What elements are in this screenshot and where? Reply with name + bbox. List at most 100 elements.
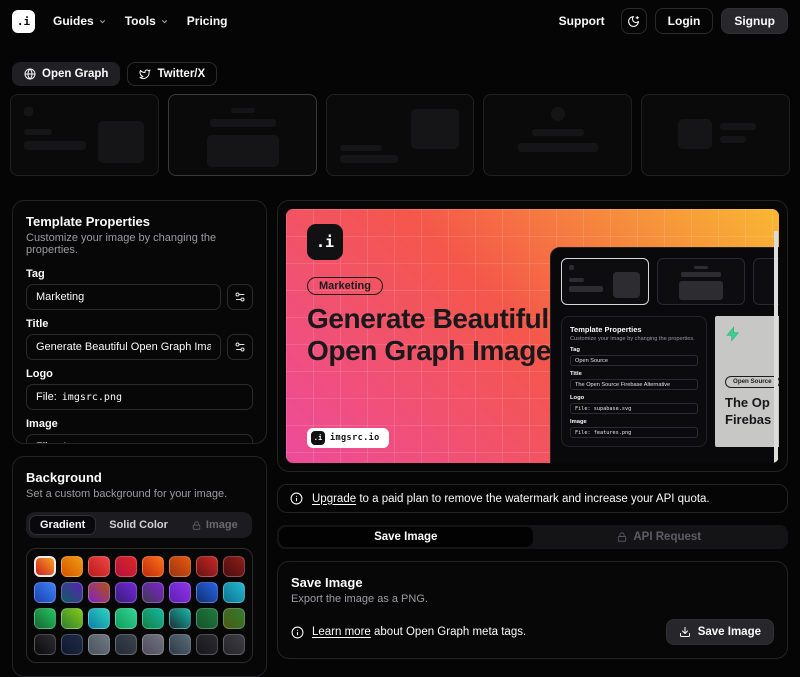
gradient-swatch-grid xyxy=(34,556,245,655)
gradient-swatch-19[interactable] xyxy=(88,608,110,629)
tab-api-request[interactable]: API Request xyxy=(533,527,787,547)
template-thumbnail-2[interactable] xyxy=(168,94,317,176)
save-image-card: Save Image Export the image as a PNG. Le… xyxy=(277,561,788,659)
gradient-swatch-20[interactable] xyxy=(115,608,137,629)
title-options-button[interactable] xyxy=(227,334,253,360)
template-thumbnail-4[interactable] xyxy=(483,94,632,176)
gradient-swatch-1[interactable] xyxy=(34,556,56,577)
output-tabs: Save Image API Request xyxy=(277,525,788,549)
gradient-swatch-21[interactable] xyxy=(142,608,164,629)
gradient-swatch-container xyxy=(26,548,253,663)
moon-icon xyxy=(627,15,640,28)
background-type-tabs: Gradient Solid Color Image xyxy=(26,512,252,538)
gradient-swatch-3[interactable] xyxy=(88,556,110,577)
learn-more-link[interactable]: Learn more xyxy=(312,626,371,638)
screenshot-edge-strip xyxy=(774,231,778,463)
nested-og-card: Open Source The Op Firebas xyxy=(715,316,779,447)
gradient-swatch-14[interactable] xyxy=(169,582,191,603)
gradient-swatch-15[interactable] xyxy=(196,582,218,603)
gradient-swatch-17[interactable] xyxy=(34,608,56,629)
nested-card-heading-line1: The Op xyxy=(725,395,779,412)
template-thumbnail-1[interactable] xyxy=(10,94,159,176)
gradient-swatch-9[interactable] xyxy=(34,582,56,603)
tag-options-button[interactable] xyxy=(227,284,253,310)
og-image-preview: .i Marketing Generate Beautiful Open Gra… xyxy=(286,209,779,463)
file-name: imgsrc.png xyxy=(62,392,122,403)
gradient-swatch-16[interactable] xyxy=(223,582,245,603)
info-icon xyxy=(290,492,303,505)
template-thumbnail-3[interactable] xyxy=(326,94,475,176)
nav-label: Tools xyxy=(125,14,156,28)
gradient-swatch-18[interactable] xyxy=(61,608,83,629)
thumbnail-shape xyxy=(569,286,603,292)
thumbnail-shape xyxy=(569,265,574,270)
panel-title: Template Properties xyxy=(26,214,253,229)
gradient-swatch-29[interactable] xyxy=(142,634,164,655)
gradient-swatch-5[interactable] xyxy=(142,556,164,577)
image-file-input[interactable]: File: imgsrc.png xyxy=(26,434,253,444)
nested-card-heading-line2: Firebas xyxy=(725,412,779,429)
thumbnail-shape xyxy=(551,107,565,121)
globe-icon xyxy=(24,68,36,80)
gradient-swatch-28[interactable] xyxy=(115,634,137,655)
nav-item-support[interactable]: Support xyxy=(559,14,605,28)
open-graph-label: Open Graph xyxy=(42,68,108,80)
panel-description: Set a custom background for your image. xyxy=(26,488,253,500)
gradient-swatch-6[interactable] xyxy=(169,556,191,577)
gradient-swatch-10[interactable] xyxy=(61,582,83,603)
tab-save-image[interactable]: Save Image xyxy=(279,527,533,547)
app: .i Guides Tools Pricing Support Log xyxy=(0,0,800,677)
template-thumbnails xyxy=(0,86,800,176)
gradient-swatch-25[interactable] xyxy=(34,634,56,655)
nested-panel-title: Template Properties xyxy=(570,325,698,334)
gradient-swatch-27[interactable] xyxy=(88,634,110,655)
title-input[interactable] xyxy=(26,334,221,360)
gradient-swatch-7[interactable] xyxy=(196,556,218,577)
logo-file-input[interactable]: File: imgsrc.png xyxy=(26,384,253,410)
og-heading-line2: Open Graph Images xyxy=(307,335,566,367)
gradient-swatch-23[interactable] xyxy=(196,608,218,629)
tab-solid-color[interactable]: Solid Color xyxy=(98,515,179,535)
twitter-bird-icon xyxy=(139,68,151,80)
header: .i Guides Tools Pricing Support Log xyxy=(0,0,800,42)
gradient-swatch-11[interactable] xyxy=(88,582,110,603)
nav-item-tools[interactable]: Tools xyxy=(125,14,169,28)
upgrade-link[interactable]: Upgrade xyxy=(312,493,356,505)
nav-item-guides[interactable]: Guides xyxy=(53,14,107,28)
nav-item-pricing[interactable]: Pricing xyxy=(187,14,228,28)
save-card-title: Save Image xyxy=(291,575,774,590)
gradient-swatch-30[interactable] xyxy=(169,634,191,655)
thumbnail-shape xyxy=(24,129,52,135)
tag-input[interactable] xyxy=(26,284,221,310)
gradient-swatch-8[interactable] xyxy=(223,556,245,577)
og-heading: Generate Beautiful Open Graph Images xyxy=(307,303,566,368)
theme-toggle-button[interactable] xyxy=(621,8,647,34)
gradient-swatch-4[interactable] xyxy=(115,556,137,577)
login-button[interactable]: Login xyxy=(655,8,714,34)
thumbnail-shape xyxy=(679,281,723,300)
nested-title-label: Title xyxy=(570,371,698,377)
open-graph-tab[interactable]: Open Graph xyxy=(12,62,120,86)
nav-label: Pricing xyxy=(187,14,228,28)
gradient-swatch-22[interactable] xyxy=(169,608,191,629)
gradient-swatch-32[interactable] xyxy=(223,634,245,655)
panel-description: Customize your image by changing the pro… xyxy=(26,232,253,256)
template-thumbnail-5[interactable] xyxy=(641,94,790,176)
save-image-button[interactable]: Save Image xyxy=(666,619,774,645)
gradient-swatch-24[interactable] xyxy=(223,608,245,629)
app-logo[interactable]: .i xyxy=(12,10,35,33)
gradient-swatch-26[interactable] xyxy=(61,634,83,655)
signup-button[interactable]: Signup xyxy=(721,8,788,34)
gradient-swatch-12[interactable] xyxy=(115,582,137,603)
template-properties-panel: Template Properties Customize your image… xyxy=(12,200,267,444)
tab-image[interactable]: Image xyxy=(181,515,249,535)
gradient-swatch-31[interactable] xyxy=(196,634,218,655)
watermark-site: imgsrc.io xyxy=(330,433,380,443)
save-image-button-label: Save Image xyxy=(698,626,761,638)
nested-thumbnail-1 xyxy=(561,258,649,305)
gradient-swatch-2[interactable] xyxy=(61,556,83,577)
nested-thumbnails xyxy=(561,258,779,305)
tab-gradient[interactable]: Gradient xyxy=(29,515,96,535)
gradient-swatch-13[interactable] xyxy=(142,582,164,603)
twitter-tab[interactable]: Twitter/X xyxy=(127,62,217,86)
